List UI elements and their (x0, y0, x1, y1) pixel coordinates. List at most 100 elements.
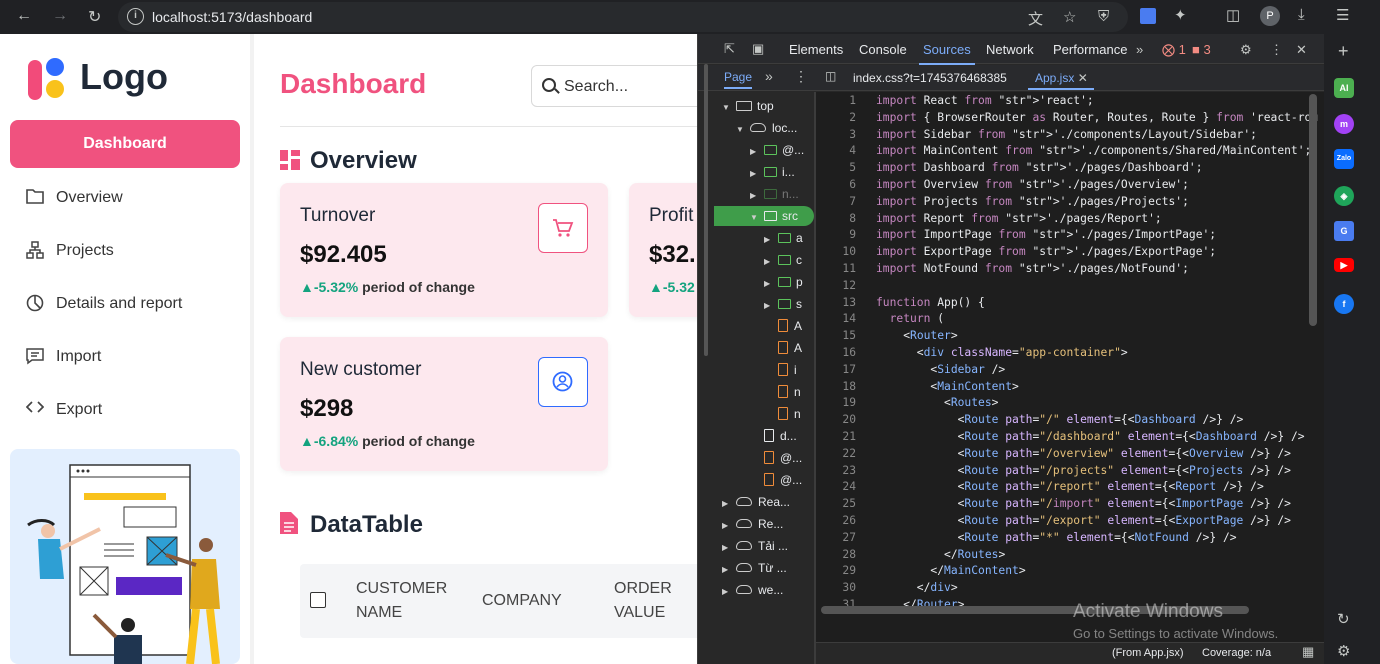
code-line[interactable]: <Route path="/projects" element={<Projec… (876, 464, 1291, 477)
tree-node[interactable]: ▼ src (714, 206, 814, 226)
tree-node[interactable]: ▶ a (764, 228, 803, 248)
inspect-element-icon[interactable]: ⇱ (724, 41, 735, 57)
code-line[interactable]: <Route path="*" element={<NotFound />} /… (876, 531, 1237, 544)
line-number[interactable]: 3 (816, 128, 856, 141)
tab-network[interactable]: Network (986, 42, 1034, 57)
tree-node[interactable]: @... (750, 470, 802, 490)
line-number[interactable]: 9 (816, 228, 856, 241)
customize-icon[interactable]: ⚙ (1337, 642, 1350, 660)
code-line[interactable]: import MainContent from "str">'./compone… (876, 144, 1311, 157)
code-line[interactable]: import Report from "str">'./pages/Report… (876, 212, 1162, 225)
line-number[interactable]: 13 (816, 296, 856, 309)
tree-node[interactable]: ▼ top (722, 96, 774, 116)
profile-avatar[interactable]: P (1260, 6, 1280, 26)
code-editor[interactable]: 1 import React from "str">'react'; 2 import… (816, 92, 1324, 642)
line-number[interactable]: 26 (816, 514, 856, 527)
file-tab-index-css[interactable]: index.css?t=1745376468385 (853, 71, 1007, 85)
tree-node[interactable]: A (764, 316, 802, 336)
close-tab-icon[interactable]: ✕ (1078, 71, 1088, 85)
column-header-customer-name[interactable]: CUSTOMER NAME (356, 577, 456, 625)
code-line[interactable]: import { BrowserRouter as Router, Routes… (876, 111, 1318, 124)
code-line[interactable]: <Route path="/export" element={<ExportPa… (876, 514, 1291, 527)
tree-node[interactable]: i (764, 360, 797, 380)
messenger-icon[interactable]: m (1334, 114, 1354, 134)
code-line[interactable]: <Route path="/report" element={<Report /… (876, 480, 1264, 493)
line-number[interactable]: 7 (816, 195, 856, 208)
tree-node[interactable]: ▶ Từ ... (722, 558, 787, 578)
line-number[interactable]: 25 (816, 497, 856, 510)
reload-icon[interactable]: ↻ (88, 7, 101, 27)
url-text[interactable]: localhost:5173/dashboard (152, 9, 312, 25)
code-line[interactable]: <Route path="/dashboard" element={<Dashb… (876, 430, 1305, 443)
column-header-company[interactable]: COMPANY (482, 589, 562, 613)
line-number[interactable]: 27 (816, 531, 856, 544)
tree-node[interactable]: n (764, 382, 801, 402)
line-number[interactable]: 17 (816, 363, 856, 376)
tree-node[interactable]: @... (750, 448, 802, 468)
stat-card-turnover[interactable]: Turnover $92.405 ▲-5.32% period of chang… (280, 183, 608, 317)
tree-node[interactable]: ▶ n... (750, 184, 799, 204)
line-number[interactable]: 29 (816, 564, 856, 577)
code-line[interactable]: </MainContent> (876, 564, 1025, 577)
tab-console[interactable]: Console (859, 42, 907, 57)
tab-sources[interactable]: Sources (919, 42, 975, 65)
tree-node[interactable]: n (764, 404, 801, 424)
line-number[interactable]: 24 (816, 480, 856, 493)
code-line[interactable]: import Sidebar from "str">'./components/… (876, 128, 1257, 141)
line-number[interactable]: 11 (816, 262, 856, 275)
tab-performance[interactable]: Performance (1053, 42, 1127, 57)
more-navigator-icon[interactable]: » (765, 68, 773, 84)
code-line[interactable]: <Routes> (876, 396, 998, 409)
forward-icon[interactable]: → (52, 7, 68, 25)
vertical-scrollbar[interactable] (1309, 94, 1317, 326)
line-number[interactable]: 20 (816, 413, 856, 426)
more-tabs-icon[interactable]: » (1136, 42, 1143, 57)
tree-node[interactable]: d... (750, 426, 797, 446)
shield-icon[interactable]: ⛨ (1098, 8, 1109, 25)
menu-icon[interactable]: ☰ (1336, 6, 1349, 24)
code-line[interactable]: return ( (876, 312, 944, 325)
google-translate-icon[interactable] (1140, 8, 1156, 24)
code-line[interactable]: <Router> (876, 329, 957, 342)
expand-arrow-icon[interactable]: ▶ (750, 164, 760, 184)
add-icon[interactable]: + (1338, 41, 1349, 62)
line-number[interactable]: 6 (816, 178, 856, 191)
code-line[interactable]: </Routes> (876, 548, 1005, 561)
expand-arrow-icon[interactable]: ▶ (722, 494, 732, 514)
tree-node[interactable]: ▶ p (764, 272, 803, 292)
zalo-icon[interactable]: Zalo (1334, 149, 1354, 169)
line-number[interactable]: 10 (816, 245, 856, 258)
facebook-icon[interactable]: f (1334, 294, 1354, 314)
code-line[interactable]: <MainContent> (876, 380, 1018, 393)
tree-node[interactable]: ▶ i... (750, 162, 795, 182)
address-bar[interactable]: i localhost:5173/dashboard 文 ☆ ⛨ (118, 2, 1128, 32)
expand-arrow-icon[interactable]: ▶ (764, 252, 774, 272)
tree-node[interactable]: ▶ @... (750, 140, 804, 160)
ai-icon[interactable]: AI (1334, 78, 1354, 98)
close-devtools-icon[interactable]: ✕ (1296, 42, 1307, 58)
search-input[interactable]: Search... (531, 65, 697, 107)
code-line[interactable]: import ExportPage from "str">'./pages/Ex… (876, 245, 1216, 258)
code-line[interactable]: import Projects from "str">'./pages/Proj… (876, 195, 1189, 208)
expand-arrow-icon[interactable]: ▶ (722, 538, 732, 558)
extensions-icon[interactable]: ✦ (1174, 6, 1187, 24)
google-translate-icon[interactable]: G (1334, 221, 1354, 241)
expand-arrow-icon[interactable]: ▶ (764, 274, 774, 294)
expand-arrow-icon[interactable]: ▶ (722, 560, 732, 580)
expand-arrow-icon[interactable]: ▼ (722, 98, 732, 118)
code-line[interactable]: import NotFound from "str">'./pages/NotF… (876, 262, 1189, 275)
code-line[interactable]: <Route path="/import" element={<ImportPa… (876, 497, 1291, 510)
line-number[interactable]: 28 (816, 548, 856, 561)
kebab-icon[interactable]: ⋮ (794, 68, 808, 85)
tree-node[interactable]: ▶ Tải ... (722, 536, 788, 556)
line-number[interactable]: 30 (816, 581, 856, 594)
line-number[interactable]: 15 (816, 329, 856, 342)
bookmark-star-icon[interactable]: ☆ (1063, 8, 1076, 26)
error-badge[interactable]: ⨂ 1 (1162, 42, 1186, 58)
youtube-icon[interactable]: ▶ (1334, 258, 1354, 272)
settings-gear-icon[interactable]: ⚙ (1240, 42, 1252, 58)
expand-arrow-icon[interactable]: ▼ (736, 120, 746, 140)
sidebar-item-dashboard[interactable]: Dashboard (10, 120, 240, 168)
line-number[interactable]: 23 (816, 464, 856, 477)
devtools-edge-scrollbar[interactable] (704, 64, 708, 356)
